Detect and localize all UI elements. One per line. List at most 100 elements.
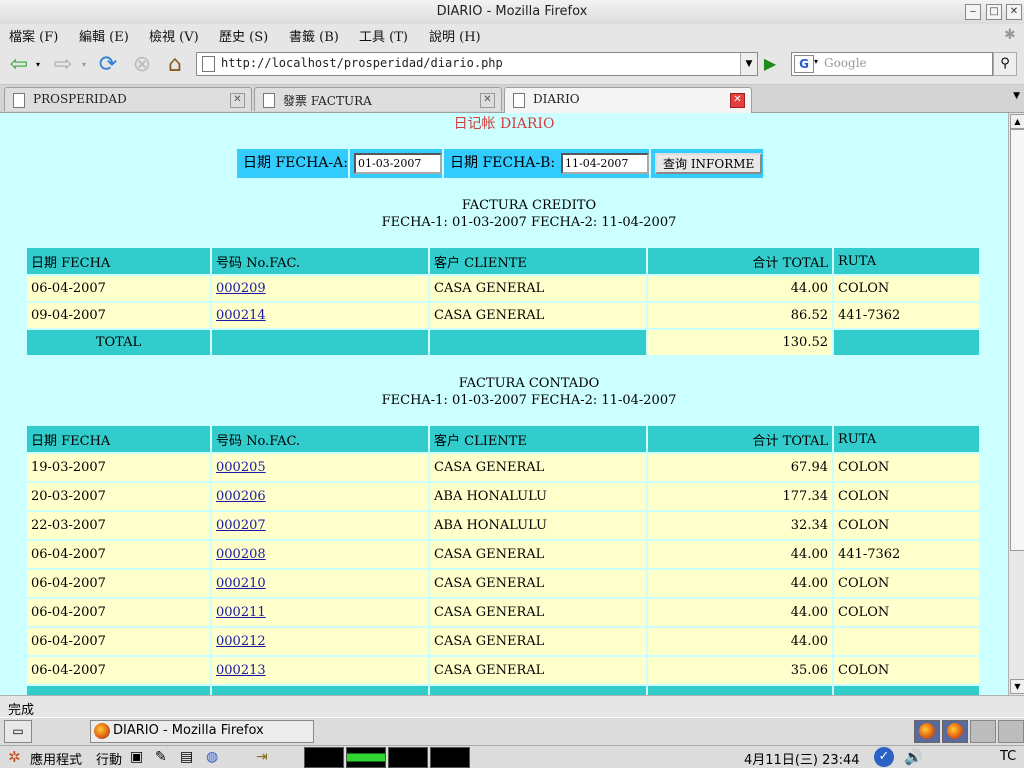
url-bar[interactable]: http://localhost/prosperidad/diario.php … [196,52,758,76]
cliente-cell: CASA GENERAL [430,303,646,328]
menu-tools[interactable]: 工具 (T) [359,26,408,45]
menu-edit[interactable]: 編輯 (E) [79,26,129,45]
invoice-link[interactable]: 000210 [216,576,266,591]
fecha-cell: 06-04-2007 [27,657,210,684]
taskbar-firefox-window[interactable]: DIARIO - Mozilla Firefox [90,720,314,743]
informe-cell: 查询 INFORME [651,149,763,178]
go-icon[interactable]: ▶ [760,54,780,74]
ruta-cell: COLON [834,454,979,481]
web-launcher-icon[interactable]: ◍ [206,749,218,765]
stop-icon[interactable]: ⊗ [129,52,155,78]
total-cell: 35.06 [648,657,832,684]
fac-cell: 000214 [212,303,428,328]
tab-diario[interactable]: DIARIO ✕ [504,87,752,113]
fac-cell: 000209 [212,276,428,301]
col-fac-header: 号码 No.FAC. [212,248,428,274]
vertical-scrollbar[interactable]: ▲ ▼ [1008,113,1024,695]
invoice-link[interactable]: 000205 [216,460,266,475]
throbber-icon: ✱ [1004,27,1016,43]
invoice-link[interactable]: 000211 [216,605,266,620]
back-icon[interactable]: ⇦ [6,52,32,78]
total-cell: 32.34 [648,512,832,539]
col-total-header: 合计 TOTAL [648,426,832,452]
window-titlebar: DIARIO - Mozilla Firefox ‒ □ ✕ [0,0,1024,25]
search-box[interactable]: G ▾ Google [791,52,993,76]
menu-history[interactable]: 歷史 (S) [219,26,268,45]
menu-file[interactable]: 檔案 (F) [9,26,58,45]
table-row: 06-04-2007 000213 CASA GENERAL 35.06 COLON [27,657,979,684]
tab-bar: PROSPERIDAD ✕ 發票 FACTURA ✕ DIARIO ✕ ▼ [0,85,1024,113]
google-engine-icon[interactable]: G [794,55,814,73]
maximize-button[interactable]: □ [986,4,1002,20]
applications-menu[interactable]: 應用程式 [30,749,82,768]
updates-check-icon[interactable]: ✓ [874,747,894,767]
informe-button[interactable]: 查询 INFORME [655,153,763,174]
exit-launcher-icon[interactable]: ⇥ [256,749,268,765]
forward-history-dropdown-icon[interactable]: ▾ [82,60,86,69]
cliente-cell: CASA GENERAL [430,599,646,626]
scrollbar-thumb[interactable] [1010,129,1024,551]
scroll-up-icon[interactable]: ▲ [1010,114,1024,129]
close-tab-icon[interactable]: ✕ [230,93,245,108]
tab-label: 發票 FACTURA [283,94,372,108]
clock[interactable]: 4月11日(三) 23:44 [744,749,860,768]
menu-help[interactable]: 說明 (H) [429,26,481,45]
editor-launcher-icon[interactable]: ✎ [155,749,167,765]
table-row: 19-03-2007 000205 CASA GENERAL 67.94 COLON [27,454,979,481]
tab-prosperidad[interactable]: PROSPERIDAD ✕ [4,87,252,111]
fac-cell: 000205 [212,454,428,481]
menu-bookmarks[interactable]: 書籤 (B) [289,26,339,45]
cliente-cell: ABA HONALULU [430,512,646,539]
applications-menu-icon[interactable]: ✲ [8,748,21,766]
forward-icon[interactable]: ⇨ [50,52,76,78]
navigation-toolbar: ⇦ ▾ ⇨ ▾ ⟳ ⊗ ⌂ http://localhost/prosperid… [0,46,1024,85]
workspace-3[interactable] [970,720,996,743]
invoice-link[interactable]: 000214 [216,308,266,323]
home-icon[interactable]: ⌂ [162,52,188,78]
back-history-dropdown-icon[interactable]: ▾ [36,60,40,69]
url-dropdown-icon[interactable]: ▼ [740,53,757,75]
invoice-link[interactable]: 000207 [216,518,266,533]
actions-menu[interactable]: 行動 [96,749,122,768]
fecha-b-input[interactable] [561,153,649,174]
cliente-cell: ABA HONALULU [430,483,646,510]
workspace-1[interactable] [914,720,940,743]
url-text[interactable]: http://localhost/prosperidad/diario.php [221,56,503,70]
terminal-launcher-icon[interactable]: ▣ [130,749,143,765]
search-magnifier-icon[interactable]: ⚲ [993,52,1017,76]
credito-table: 日期 FECHA 号码 No.FAC. 客户 CLIENTE 合计 TOTAL … [25,246,981,357]
tab-factura[interactable]: 發票 FACTURA ✕ [254,87,502,111]
reload-icon[interactable]: ⟳ [95,52,121,78]
cliente-cell: CASA GENERAL [430,454,646,481]
input-method-indicator[interactable]: TC [1000,749,1016,764]
minimize-button[interactable]: ‒ [965,4,981,20]
invoice-link[interactable]: 000206 [216,489,266,504]
menu-view[interactable]: 檢視 (V) [149,26,199,45]
workspace-2[interactable] [942,720,968,743]
scroll-down-icon[interactable]: ▼ [1010,679,1024,694]
show-desktop-icon[interactable]: ▭ [4,720,32,743]
close-tab-icon[interactable]: ✕ [730,93,745,108]
taskbar-task-label: DIARIO - Mozilla Firefox [113,723,264,738]
close-window-button[interactable]: ✕ [1006,4,1022,20]
invoice-link[interactable]: 000213 [216,663,266,678]
page-content: 日记帐 DIARIO 日期 FECHA-A: 日期 FECHA-B: 查询 IN… [0,113,1008,695]
list-all-tabs-icon[interactable]: ▼ [1013,91,1020,101]
workspace-4[interactable] [998,720,1024,743]
files-launcher-icon[interactable]: ▤ [180,749,193,765]
invoice-link[interactable]: 000209 [216,281,266,296]
fecha-cell: 22-03-2007 [27,512,210,539]
invoice-link[interactable]: 000208 [216,547,266,562]
volume-icon[interactable]: 🔊 [904,748,923,766]
search-placeholder[interactable]: Google [824,56,867,70]
total-label: TOTAL [27,330,210,355]
fac-cell: 000210 [212,570,428,597]
search-engine-dropdown-icon[interactable]: ▾ [814,57,818,66]
contado-title: FACTURA CONTADO [458,376,600,391]
invoice-link[interactable]: 000212 [216,634,266,649]
fecha-a-input[interactable] [354,153,442,174]
close-tab-icon[interactable]: ✕ [480,93,495,108]
table-row: 06-04-2007 000208 CASA GENERAL 44.00 441-736… [27,541,979,568]
cliente-cell: CASA GENERAL [430,628,646,655]
table-row: 22-03-2007 000207 ABA HONALULU 32.34 COLON [27,512,979,539]
